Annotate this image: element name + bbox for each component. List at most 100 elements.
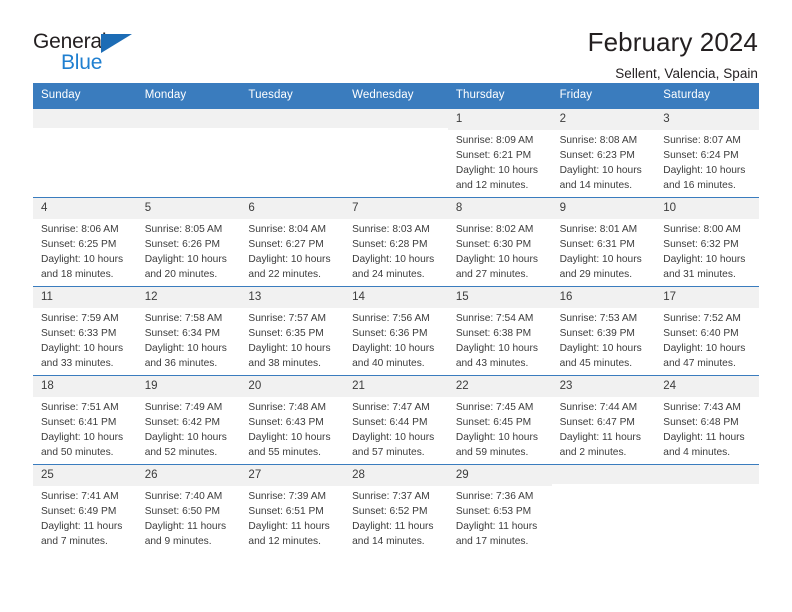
calendar-day-cell[interactable]: 17 Sunrise: 7:52 AM Sunset: 6:40 PM Dayligh…	[655, 286, 759, 375]
day-number: 14	[344, 286, 448, 309]
calendar-day-cell[interactable]: 1 Sunrise: 8:09 AM Sunset: 6:21 PM Daylight…	[447, 108, 552, 197]
daylight-text: Daylight: 10 hours and 40 minutes.	[352, 343, 435, 370]
day-details: Sunrise: 8:00 AM Sunset: 6:32 PM Daylight:…	[655, 219, 759, 282]
daylight-text: Daylight: 10 hours and 50 minutes.	[41, 432, 124, 459]
calendar-day-cell-empty	[240, 108, 345, 197]
sunrise-text: Sunrise: 7:40 AM	[144, 491, 223, 503]
weekday-header-saturday: Saturday	[663, 89, 711, 101]
general-blue-logo[interactable]: General Blue	[33, 28, 143, 74]
calendar-week-row: 11 Sunrise: 7:59 AM Sunset: 6:33 PM Dayligh…	[33, 285, 759, 375]
sunset-text: Sunset: 6:35 PM	[248, 328, 324, 340]
calendar-day-cell[interactable]: 9 Sunrise: 8:01 AM Sunset: 6:31 PM Daylight…	[551, 197, 656, 286]
day-number: 12	[136, 286, 241, 309]
calendar-weeks: 1 Sunrise: 8:09 AM Sunset: 6:21 PM Daylight…	[33, 108, 759, 553]
sunrise-text: Sunrise: 7:48 AM	[248, 402, 327, 414]
sunset-text: Sunset: 6:36 PM	[352, 328, 428, 340]
sunset-text: Sunset: 6:42 PM	[144, 417, 221, 429]
calendar-day-cell[interactable]: 22 Sunrise: 7:45 AM Sunset: 6:45 PM Dayligh…	[447, 375, 552, 464]
calendar-day-cell[interactable]: 25 Sunrise: 7:41 AM Sunset: 6:49 PM Dayligh…	[33, 464, 137, 553]
day-number	[33, 108, 137, 128]
calendar-day-cell[interactable]: 4 Sunrise: 8:06 AM Sunset: 6:25 PM Daylight…	[33, 197, 137, 286]
day-number: 27	[240, 464, 345, 487]
daylight-text: Daylight: 10 hours and 29 minutes.	[559, 254, 642, 281]
sunrise-text: Sunrise: 7:51 AM	[41, 402, 119, 414]
day-number	[136, 108, 241, 128]
calendar-day-cell[interactable]: 10 Sunrise: 8:00 AM Sunset: 6:32 PM Dayligh…	[655, 197, 759, 286]
daylight-text: Daylight: 10 hours and 18 minutes.	[41, 254, 124, 281]
calendar-day-cell[interactable]: 24 Sunrise: 7:43 AM Sunset: 6:48 PM Dayligh…	[655, 375, 759, 464]
sunrise-text: Sunrise: 7:56 AM	[352, 313, 430, 325]
sunrise-text: Sunrise: 8:07 AM	[663, 135, 741, 147]
calendar-day-cell[interactable]: 20 Sunrise: 7:48 AM Sunset: 6:43 PM Dayligh…	[240, 375, 345, 464]
day-details: Sunrise: 7:57 AM Sunset: 6:35 PM Daylight:…	[240, 308, 344, 371]
sunset-text: Sunset: 6:30 PM	[455, 239, 532, 251]
calendar-day-cell[interactable]: 16 Sunrise: 7:53 AM Sunset: 6:39 PM Dayligh…	[551, 286, 656, 375]
calendar-day-cell[interactable]: 28 Sunrise: 7:37 AM Sunset: 6:52 PM Dayligh…	[344, 464, 448, 553]
day-number: 20	[240, 375, 345, 398]
calendar-day-cell[interactable]: 19 Sunrise: 7:49 AM Sunset: 6:42 PM Dayligh…	[136, 375, 241, 464]
day-details: Sunrise: 8:07 AM Sunset: 6:24 PM Daylight:…	[655, 130, 759, 193]
day-number: 17	[655, 286, 759, 309]
calendar-day-cell[interactable]: 18 Sunrise: 7:51 AM Sunset: 6:41 PM Dayligh…	[33, 375, 137, 464]
calendar-week-row: 1 Sunrise: 8:09 AM Sunset: 6:21 PM Daylight…	[33, 108, 759, 197]
calendar-day-cell[interactable]: 26 Sunrise: 7:40 AM Sunset: 6:50 PM Dayligh…	[136, 464, 241, 553]
sunrise-text: Sunrise: 8:05 AM	[144, 224, 223, 236]
calendar-day-cell-empty	[33, 108, 137, 197]
daylight-text: Daylight: 10 hours and 16 minutes.	[663, 165, 746, 192]
calendar-day-cell[interactable]: 13 Sunrise: 7:57 AM Sunset: 6:35 PM Dayligh…	[240, 286, 345, 375]
day-number	[240, 108, 345, 128]
daylight-text: Daylight: 11 hours and 12 minutes.	[248, 521, 330, 548]
sunrise-text: Sunrise: 7:39 AM	[248, 491, 327, 503]
weekday-header-thursday: Thursday	[455, 89, 505, 101]
calendar-day-cell[interactable]: 8 Sunrise: 8:02 AM Sunset: 6:30 PM Daylight…	[447, 197, 552, 286]
calendar-day-cell[interactable]: 14 Sunrise: 7:56 AM Sunset: 6:36 PM Dayligh…	[344, 286, 448, 375]
sunrise-text: Sunrise: 7:53 AM	[559, 313, 638, 325]
day-details: Sunrise: 7:43 AM Sunset: 6:48 PM Daylight:…	[655, 397, 759, 460]
calendar-day-cell[interactable]: 27 Sunrise: 7:39 AM Sunset: 6:51 PM Dayligh…	[240, 464, 345, 553]
weekday-header-wednesday: Wednesday	[352, 89, 414, 101]
day-number: 15	[447, 286, 552, 309]
sunrise-text: Sunrise: 7:47 AM	[352, 402, 430, 414]
day-details: Sunrise: 7:52 AM Sunset: 6:40 PM Daylight:…	[655, 308, 759, 371]
daylight-text: Daylight: 10 hours and 55 minutes.	[248, 432, 331, 459]
day-number: 24	[655, 375, 759, 398]
calendar-day-cell[interactable]: 11 Sunrise: 7:59 AM Sunset: 6:33 PM Dayligh…	[33, 286, 137, 375]
daylight-text: Daylight: 10 hours and 33 minutes.	[41, 343, 124, 370]
calendar-day-cell[interactable]: 29 Sunrise: 7:36 AM Sunset: 6:53 PM Dayligh…	[447, 464, 552, 553]
calendar-day-cell[interactable]: 12 Sunrise: 7:58 AM Sunset: 6:34 PM Dayligh…	[136, 286, 241, 375]
sunset-text: Sunset: 6:53 PM	[455, 506, 532, 518]
calendar-day-cell[interactable]: 15 Sunrise: 7:54 AM Sunset: 6:38 PM Dayligh…	[447, 286, 552, 375]
calendar-day-cell[interactable]: 21 Sunrise: 7:47 AM Sunset: 6:44 PM Dayligh…	[344, 375, 448, 464]
daylight-text: Daylight: 11 hours and 14 minutes.	[352, 521, 434, 548]
daylight-text: Daylight: 10 hours and 45 minutes.	[559, 343, 642, 370]
calendar-day-cell[interactable]: 5 Sunrise: 8:05 AM Sunset: 6:26 PM Daylight…	[136, 197, 241, 286]
day-details: Sunrise: 8:05 AM Sunset: 6:26 PM Daylight:…	[137, 219, 241, 282]
calendar-day-cell[interactable]: 2 Sunrise: 8:08 AM Sunset: 6:23 PM Daylight…	[551, 108, 656, 197]
daylight-text: Daylight: 10 hours and 22 minutes.	[248, 254, 331, 281]
calendar-day-cell[interactable]: 6 Sunrise: 8:04 AM Sunset: 6:27 PM Daylight…	[240, 197, 345, 286]
sunset-text: Sunset: 6:51 PM	[248, 506, 324, 518]
weekday-header-sunday: Sunday	[41, 89, 81, 101]
sunset-text: Sunset: 6:47 PM	[559, 417, 635, 429]
daylight-text: Daylight: 10 hours and 43 minutes.	[455, 343, 538, 370]
sunset-text: Sunset: 6:32 PM	[663, 239, 739, 251]
day-number: 29	[447, 464, 552, 487]
sunrise-text: Sunrise: 7:59 AM	[41, 313, 119, 325]
day-number: 2	[551, 108, 656, 131]
day-details: Sunrise: 7:37 AM Sunset: 6:52 PM Daylight:…	[344, 486, 448, 549]
daylight-text: Daylight: 10 hours and 12 minutes.	[455, 165, 538, 192]
calendar-day-cell[interactable]: 23 Sunrise: 7:44 AM Sunset: 6:47 PM Dayligh…	[551, 375, 656, 464]
calendar-day-cell[interactable]: 7 Sunrise: 8:03 AM Sunset: 6:28 PM Daylight…	[344, 197, 448, 286]
daylight-text: Daylight: 11 hours and 9 minutes.	[144, 521, 227, 548]
sunrise-text: Sunrise: 8:03 AM	[352, 224, 430, 236]
daylight-text: Daylight: 10 hours and 20 minutes.	[144, 254, 227, 281]
calendar-day-cell[interactable]: 3 Sunrise: 8:07 AM Sunset: 6:24 PM Daylight…	[655, 108, 759, 197]
day-number: 28	[344, 464, 448, 487]
daylight-text: Daylight: 10 hours and 38 minutes.	[248, 343, 331, 370]
sunset-text: Sunset: 6:26 PM	[144, 239, 221, 251]
daylight-text: Daylight: 10 hours and 24 minutes.	[352, 254, 435, 281]
day-number: 18	[33, 375, 137, 398]
day-number: 16	[551, 286, 656, 309]
sunrise-text: Sunrise: 8:09 AM	[455, 135, 534, 147]
sunset-text: Sunset: 6:43 PM	[248, 417, 324, 429]
